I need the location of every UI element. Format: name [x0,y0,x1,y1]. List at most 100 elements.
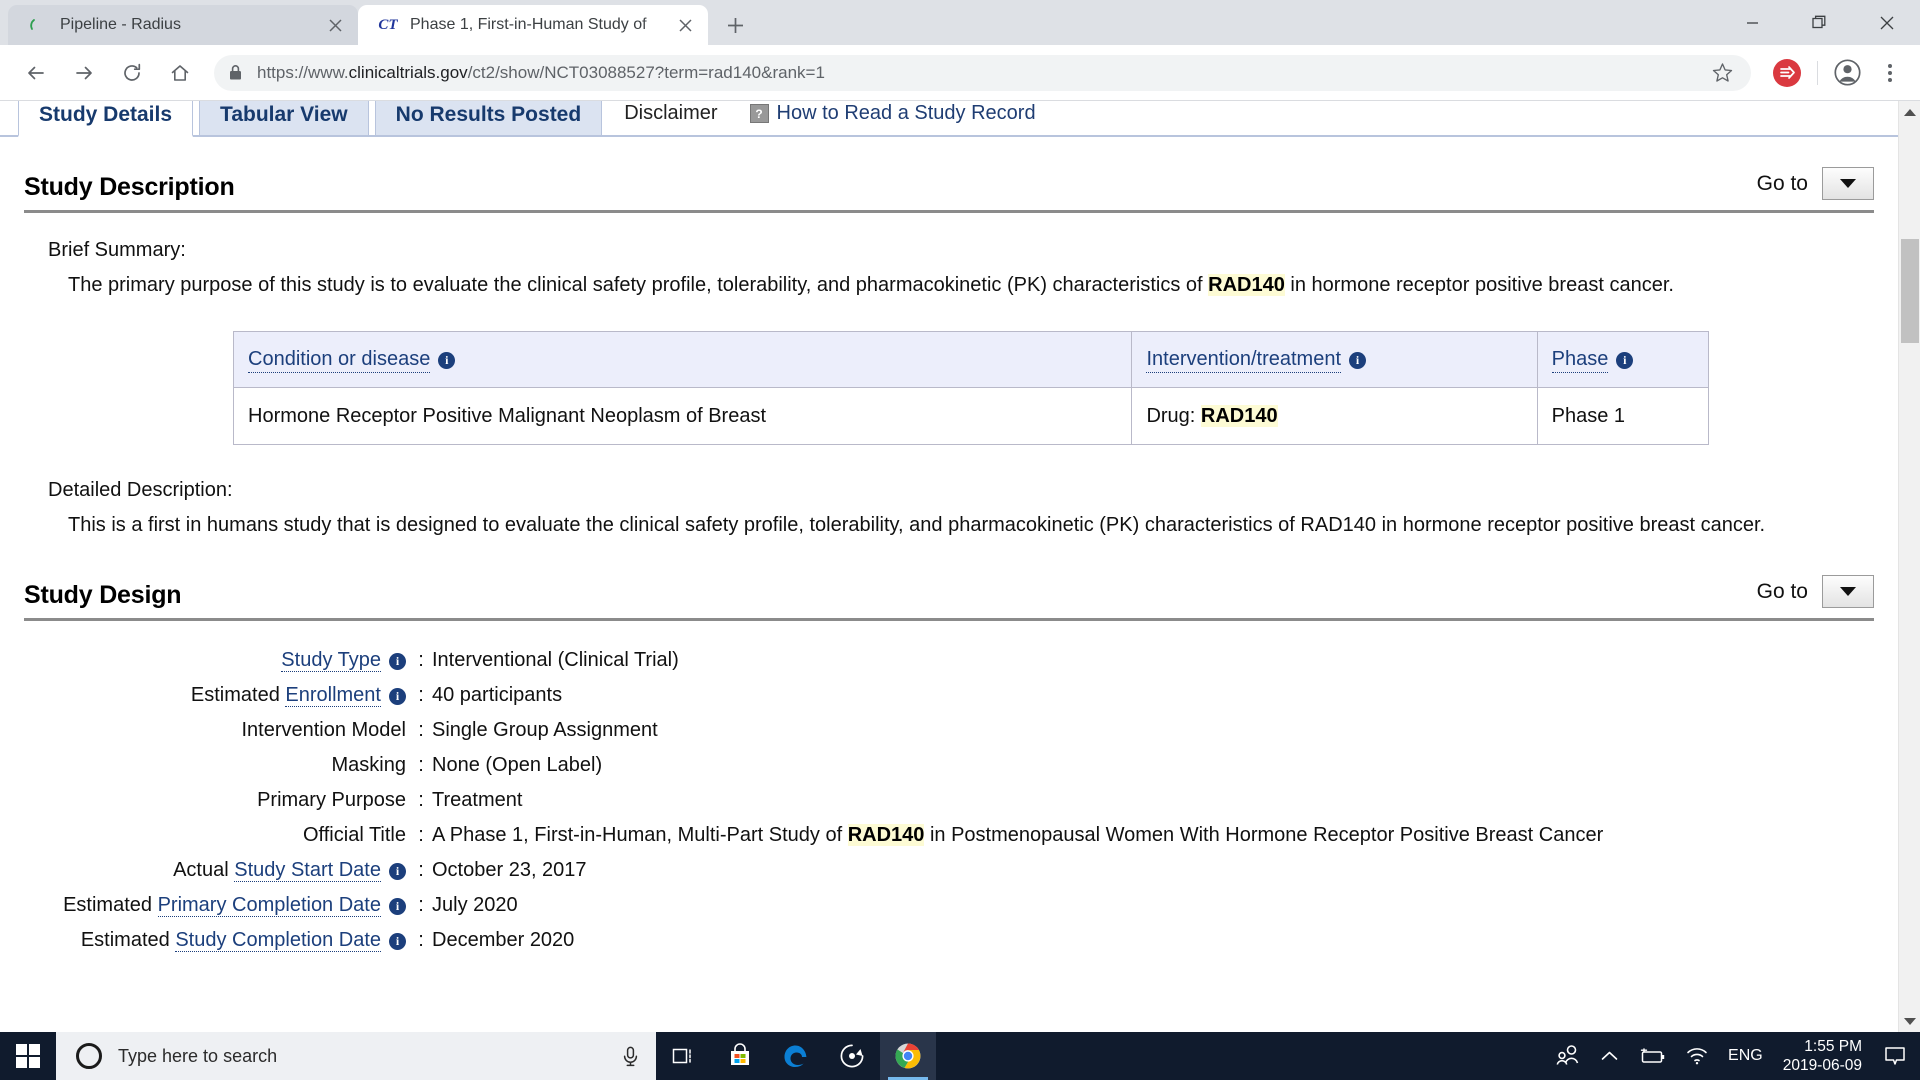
close-icon[interactable] [674,14,696,36]
study-design-header: Study Design Go to [24,575,1874,621]
browser-tab-1-title: Pipeline - Radius [60,16,181,33]
windows-start-icon[interactable] [0,1032,56,1080]
forward-icon[interactable] [65,54,103,92]
taskbar-clock[interactable]: 1:55 PM 2019-06-09 [1773,1037,1876,1076]
design-label: Study Type i [0,643,410,678]
notification-icon[interactable] [1876,1032,1914,1080]
info-icon[interactable]: i [438,352,456,369]
battery-charging-icon[interactable] [1628,1047,1676,1065]
goto-dropdown-button[interactable] [1822,575,1874,608]
info-icon[interactable]: i [389,863,406,880]
expressvpn-extension-icon[interactable] [1773,58,1801,87]
reload-icon[interactable] [113,54,151,92]
colon: : [418,859,424,881]
wifi-icon[interactable] [1676,1047,1718,1066]
tab-study-details[interactable]: Study Details [18,101,194,137]
browser-tab-1[interactable]: Pipeline - Radius [8,5,358,45]
chevron-down-icon [1840,179,1856,188]
design-label: Masking [331,754,406,776]
task-view-icon[interactable] [656,1032,712,1080]
intervention-prefix: Drug: [1146,404,1201,427]
home-icon[interactable] [161,54,199,92]
info-icon[interactable]: i [1349,352,1367,369]
detailed-description-text: This is a first in humans study that is … [68,514,1766,536]
back-icon[interactable] [17,54,55,92]
study-description-header: Study Description Go to [24,167,1874,213]
col-condition-or-disease[interactable]: Condition or disease i [232,331,1133,388]
page-scrollbar[interactable] [1898,101,1920,1032]
study-start-date-link[interactable]: Study Start Date [234,859,381,882]
scrollbar-thumb[interactable] [1901,239,1919,343]
colon: : [418,719,424,741]
goto-dropdown-button[interactable] [1822,167,1874,200]
design-row-enrollment: Estimated Enrollment i : 40 participants [0,678,1898,713]
scroll-up-icon[interactable] [1899,101,1920,123]
design-value: 40 participants [432,684,563,706]
brief-summary-post: in hormone receptor positive breast canc… [1284,274,1674,296]
browser-tab-2[interactable]: CT Phase 1, First-in-Human Study of [358,5,708,45]
people-icon[interactable] [1545,1044,1591,1068]
colon: : [418,684,424,706]
minimize-button[interactable] [1719,0,1786,45]
cortana-icon[interactable] [76,1043,102,1069]
windows-taskbar: Type here to search ENG 1:55 PM 2019-06-… [0,1032,1920,1080]
info-icon[interactable]: i [389,933,406,950]
study-completion-date-link[interactable]: Study Completion Date [175,929,381,952]
how-to-read-label: How to Read a Study Record [776,102,1036,124]
col-phase[interactable]: Phase i [1536,331,1710,388]
goto-control-description: Go to [1757,167,1874,202]
primary-completion-date-link[interactable]: Primary Completion Date [157,894,381,917]
how-to-read-link[interactable]: ? How to Read a Study Record [734,101,1052,135]
tab-no-results-posted[interactable]: No Results Posted [374,101,603,135]
page-title-study-design: Study Design [24,581,182,609]
chrome-icon[interactable] [880,1032,936,1080]
study-design-list: Study Type i : Interventional (Clinical T… [0,643,1898,958]
close-button[interactable] [1853,0,1920,45]
goto-label: Go to [1756,579,1808,603]
microsoft-store-icon[interactable] [712,1032,768,1080]
browser-toolbar: https://www.clinicaltrials.gov/ct2/show/… [0,45,1920,101]
question-box-icon: ? [749,104,769,124]
bookmark-star-icon[interactable] [1707,58,1737,88]
chrome-menu-icon[interactable] [1872,54,1908,92]
browser-tab-2-title: Phase 1, First-in-Human Study of [410,16,647,33]
design-value: None (Open Label) [432,754,603,776]
spinner-icon [28,15,48,35]
study-type-link[interactable]: Study Type [281,649,381,672]
info-icon[interactable]: i [1616,352,1634,369]
taskbar-search-input[interactable]: Type here to search [56,1032,656,1080]
tab-tabular-view[interactable]: Tabular View [199,101,369,135]
design-label: Estimated Primary Completion Date i [0,888,410,923]
info-icon[interactable]: i [389,898,406,915]
info-icon[interactable]: i [389,653,406,670]
enrollment-link[interactable]: Enrollment [285,684,381,707]
colon: : [418,894,424,916]
design-row-official-title: Official Title : A Phase 1, First-in-Hum… [0,818,1898,853]
address-bar[interactable]: https://www.clinicaltrials.gov/ct2/show/… [214,54,1751,91]
page-title-study-description: Study Description [24,173,235,201]
new-tab-button[interactable] [718,8,752,42]
col-intervention-treatment[interactable]: Intervention/treatment i [1131,331,1538,388]
circle-app-icon[interactable] [824,1032,880,1080]
system-tray: ENG 1:55 PM 2019-06-09 [1545,1032,1920,1080]
profile-avatar-icon[interactable] [1828,54,1866,92]
maximize-button[interactable] [1786,0,1853,45]
design-row-study-start-date: Actual Study Start Date i : October 23, 2… [0,853,1898,888]
language-indicator[interactable]: ENG [1718,1047,1773,1065]
scroll-down-icon[interactable] [1899,1010,1920,1032]
info-icon[interactable]: i [389,688,406,705]
design-value: July 2020 [432,894,518,916]
design-row-intervention-model: Intervention Model : Single Group Assign… [0,713,1898,748]
table-header-row: Condition or disease i Intervention/treat… [232,331,1710,388]
disclaimer-link[interactable]: Disclaimer [608,101,733,135]
cell-intervention: Drug: RAD140 [1131,387,1538,445]
edge-icon[interactable] [768,1032,824,1080]
microphone-icon[interactable] [618,1044,642,1068]
toolbar-divider [1817,60,1818,85]
search-placeholder: Type here to search [118,1045,278,1066]
design-row-primary-purpose: Primary Purpose : Treatment [0,783,1898,818]
design-label: Actual Study Start Date i [0,853,410,888]
show-hidden-icons-chevron[interactable] [1591,1050,1628,1062]
detailed-description-block: Detailed Description: This is a first in… [48,479,1898,539]
close-icon[interactable] [324,14,346,36]
